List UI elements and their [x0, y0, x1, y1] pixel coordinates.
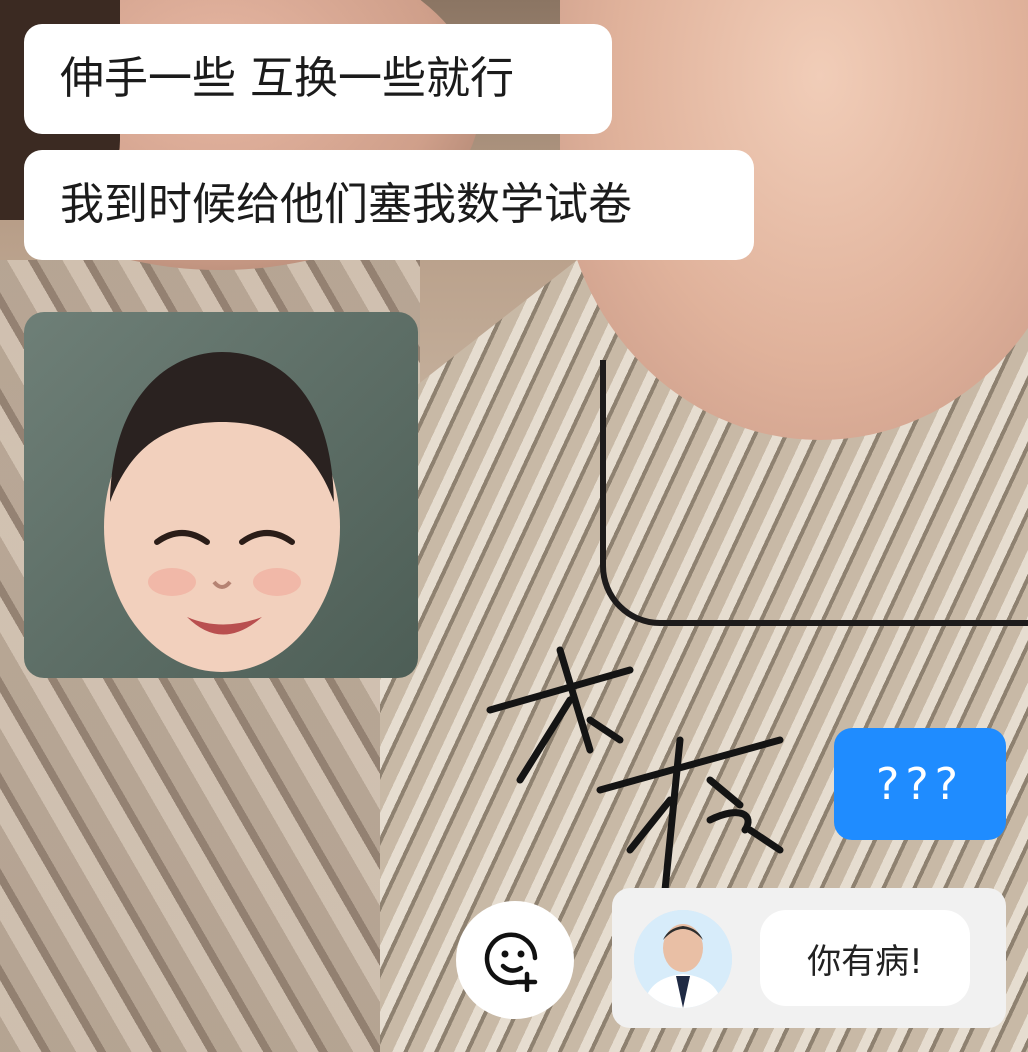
message-bubble[interactable]: 我到时候给他们塞我数学试卷 — [24, 150, 754, 260]
quote-bubble: 你有病! — [760, 910, 970, 1006]
doctor-avatar-icon — [634, 910, 732, 1008]
sticker-message[interactable] — [24, 312, 418, 678]
quote-text: 你有病! — [807, 941, 923, 982]
message-text: 伸手一些 互换一些就行 — [60, 53, 514, 104]
smiling-child-sticker-icon — [104, 352, 340, 672]
message-text: 我到时候给他们塞我数学试卷 — [60, 179, 632, 230]
doctor-avatar — [634, 910, 732, 1008]
add-sticker-button[interactable] — [456, 901, 574, 1019]
message-bubble[interactable]: 伸手一些 互换一些就行 — [24, 24, 612, 134]
my-message-bubble[interactable]: ??? — [834, 728, 1006, 840]
quote-sticker-card[interactable]: 你有病! — [612, 888, 1006, 1028]
my-message-text: ??? — [875, 758, 965, 810]
handwriting-scribble — [486, 646, 784, 894]
add-emoji-icon — [484, 932, 538, 992]
